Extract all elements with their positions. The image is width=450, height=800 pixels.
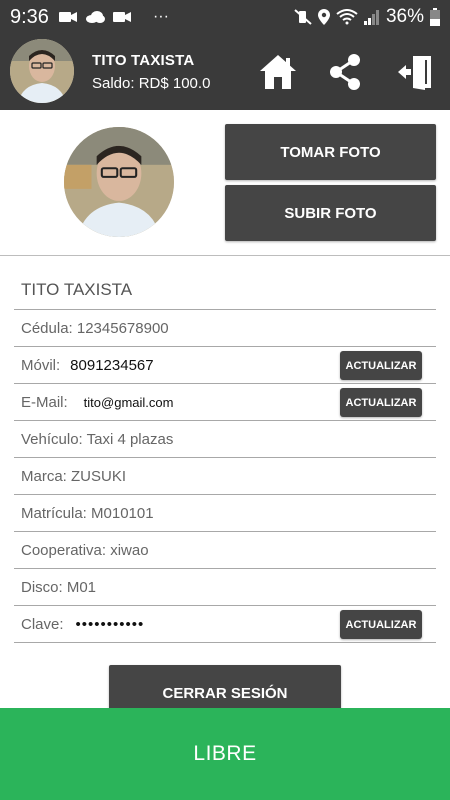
movil-field[interactable]: 8091234567 (70, 357, 153, 374)
update-password-button[interactable]: ACTUALIZAR (340, 610, 422, 639)
video-camera-icon (112, 12, 131, 22)
mute-vibrate-icon (294, 9, 312, 25)
home-icon (260, 55, 296, 89)
photo-section: TOMAR FOTO SUBIR FOTO (0, 110, 450, 256)
clock: 9:36 (10, 5, 49, 28)
clave-label: Clave: (21, 615, 64, 633)
share-icon (330, 54, 360, 90)
video-camera-icon (58, 12, 77, 22)
cooperativa-row: Cooperativa: xiwao (14, 532, 436, 569)
app-header: TITO TAXISTA Saldo: RD$ 100.0 (0, 34, 450, 110)
cloud-icon (85, 11, 105, 23)
battery-icon (430, 8, 440, 26)
system-status-bar: 9:36 ··· 36% (0, 0, 450, 34)
disco-row: Disco: M01 (14, 569, 436, 606)
balance-label: Saldo: RD$ 100.0 (92, 75, 211, 92)
home-button[interactable] (258, 52, 298, 92)
location-icon (317, 9, 330, 25)
battery-percent: 36% (385, 6, 424, 27)
password-field[interactable]: ••••••••••• (76, 616, 145, 633)
profile-info-list: TITO TAXISTA Cédula: 12345678900 Móvil: … (14, 270, 436, 643)
disco-text: Disco: M01 (21, 578, 97, 596)
logout-door-button[interactable] (395, 52, 435, 92)
avatar[interactable] (10, 39, 74, 103)
availability-status-bar[interactable]: LIBRE (0, 708, 450, 800)
movil-row: Móvil: 8091234567 ACTUALIZAR (14, 347, 436, 384)
user-photo-image (64, 127, 174, 237)
user-name: TITO TAXISTA (92, 52, 195, 69)
cedula-row: Cédula: 12345678900 (14, 310, 436, 347)
cedula-text: Cédula: 12345678900 (21, 319, 169, 337)
vehiculo-row: Vehículo: Taxi 4 plazas (14, 421, 436, 458)
driver-name: TITO TAXISTA (21, 279, 133, 299)
marca-text: Marca: ZUSUKI (21, 467, 127, 485)
update-email-button[interactable]: ACTUALIZAR (340, 388, 422, 417)
email-row: E-Mail: tito@gmail.com ACTUALIZAR (14, 384, 436, 421)
email-field[interactable]: tito@gmail.com (84, 395, 174, 410)
marca-row: Marca: ZUSUKI (14, 458, 436, 495)
cooperativa-text: Cooperativa: xiwao (21, 541, 149, 559)
matricula-row: Matrícula: M010101 (14, 495, 436, 532)
exit-door-icon (398, 56, 431, 90)
driver-name-row: TITO TAXISTA (14, 270, 436, 310)
signal-icon (363, 10, 379, 25)
update-movil-button[interactable]: ACTUALIZAR (340, 351, 422, 380)
clave-row: Clave: ••••••••••• ACTUALIZAR (14, 606, 436, 643)
vehiculo-text: Vehículo: Taxi 4 plazas (21, 430, 174, 448)
email-label: E-Mail: (21, 393, 68, 411)
matricula-text: Matrícula: M010101 (21, 504, 154, 522)
availability-status-label: LIBRE (193, 742, 257, 765)
wifi-icon (336, 9, 358, 25)
movil-label: Móvil: (21, 356, 61, 374)
more-notifications-dots: ··· (152, 8, 169, 25)
take-photo-button[interactable]: TOMAR FOTO (225, 124, 436, 180)
profile-photo[interactable] (64, 127, 174, 237)
user-photo-image (10, 39, 74, 103)
share-button[interactable] (325, 52, 365, 92)
upload-photo-button[interactable]: SUBIR FOTO (225, 185, 436, 241)
